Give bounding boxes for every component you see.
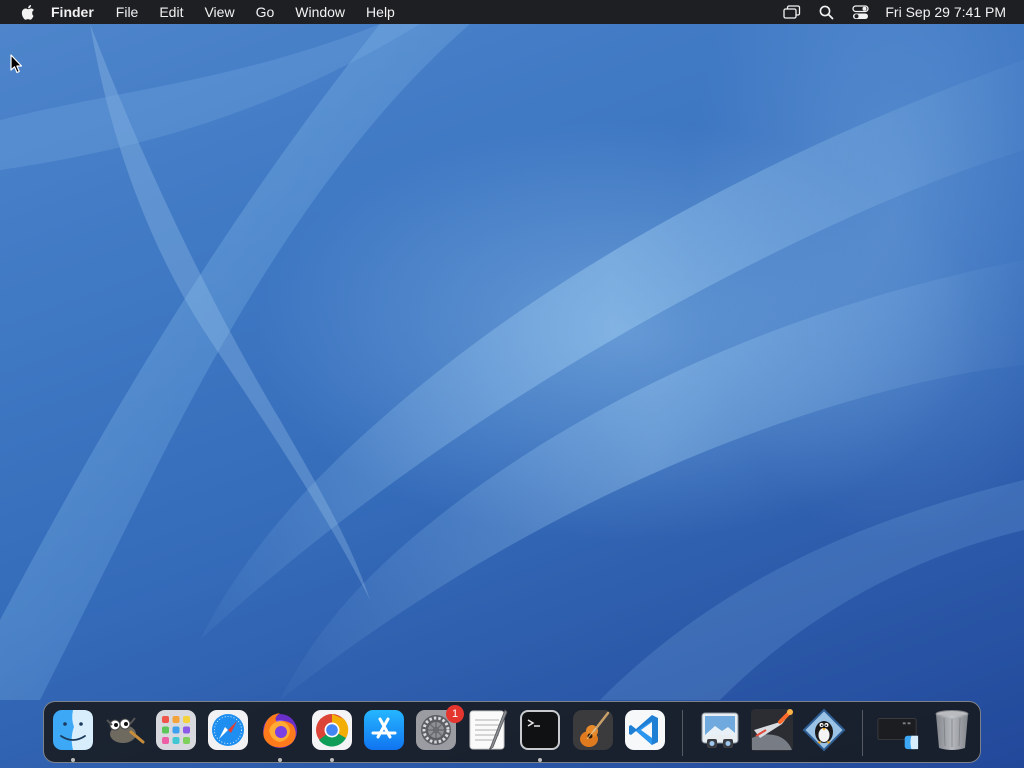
tux-icon[interactable] bbox=[802, 708, 846, 752]
menu-window[interactable]: Window bbox=[295, 0, 345, 24]
mouse-pointer-icon bbox=[10, 54, 23, 74]
textedit-icon[interactable] bbox=[466, 708, 510, 752]
menu-bar-status-area: Fri Sep 29 7:41 PM bbox=[781, 0, 1024, 24]
app-store-icon[interactable] bbox=[362, 708, 406, 752]
system-settings-icon[interactable]: 1 bbox=[414, 705, 464, 752]
apple-menu-icon[interactable] bbox=[17, 2, 37, 22]
screen-mirroring-icon[interactable] bbox=[781, 1, 803, 23]
running-indicator bbox=[71, 758, 75, 762]
downloads-stack-icon[interactable] bbox=[876, 708, 920, 752]
menu-app-finder[interactable]: Finder bbox=[51, 0, 94, 24]
menu-bar: Finder File Edit View Go Window Help Fri… bbox=[0, 0, 1024, 24]
menu-go[interactable]: Go bbox=[256, 0, 275, 24]
preview-icon[interactable] bbox=[698, 708, 742, 752]
desktop-wallpaper bbox=[0, 0, 1024, 768]
running-indicator bbox=[330, 758, 334, 762]
safari-icon[interactable] bbox=[206, 708, 250, 752]
dock-separator bbox=[682, 710, 683, 756]
trash-icon[interactable] bbox=[930, 708, 974, 752]
running-indicator bbox=[278, 758, 282, 762]
menu-edit[interactable]: Edit bbox=[159, 0, 183, 24]
finder-icon[interactable] bbox=[51, 708, 95, 752]
dock: 1 bbox=[43, 701, 981, 763]
running-indicator bbox=[538, 758, 542, 762]
launchpad-icon[interactable] bbox=[154, 708, 198, 752]
menu-help[interactable]: Help bbox=[366, 0, 395, 24]
menu-bar-clock[interactable]: Fri Sep 29 7:41 PM bbox=[885, 4, 1006, 20]
menu-view[interactable]: View bbox=[204, 0, 234, 24]
notification-badge: 1 bbox=[446, 705, 464, 723]
firefox-icon[interactable] bbox=[258, 708, 302, 752]
terminal-icon[interactable] bbox=[518, 708, 562, 752]
chrome-icon[interactable] bbox=[310, 708, 354, 752]
menu-file[interactable]: File bbox=[116, 0, 139, 24]
gimp-icon[interactable] bbox=[101, 708, 145, 752]
vscode-icon[interactable] bbox=[623, 708, 667, 752]
control-center-icon[interactable] bbox=[849, 1, 871, 23]
wallpaper-waves bbox=[0, 24, 1024, 700]
rocket-icon[interactable] bbox=[750, 708, 794, 752]
dock-separator bbox=[862, 710, 863, 756]
spotlight-search-icon[interactable] bbox=[815, 1, 837, 23]
garageband-icon[interactable] bbox=[571, 708, 615, 752]
